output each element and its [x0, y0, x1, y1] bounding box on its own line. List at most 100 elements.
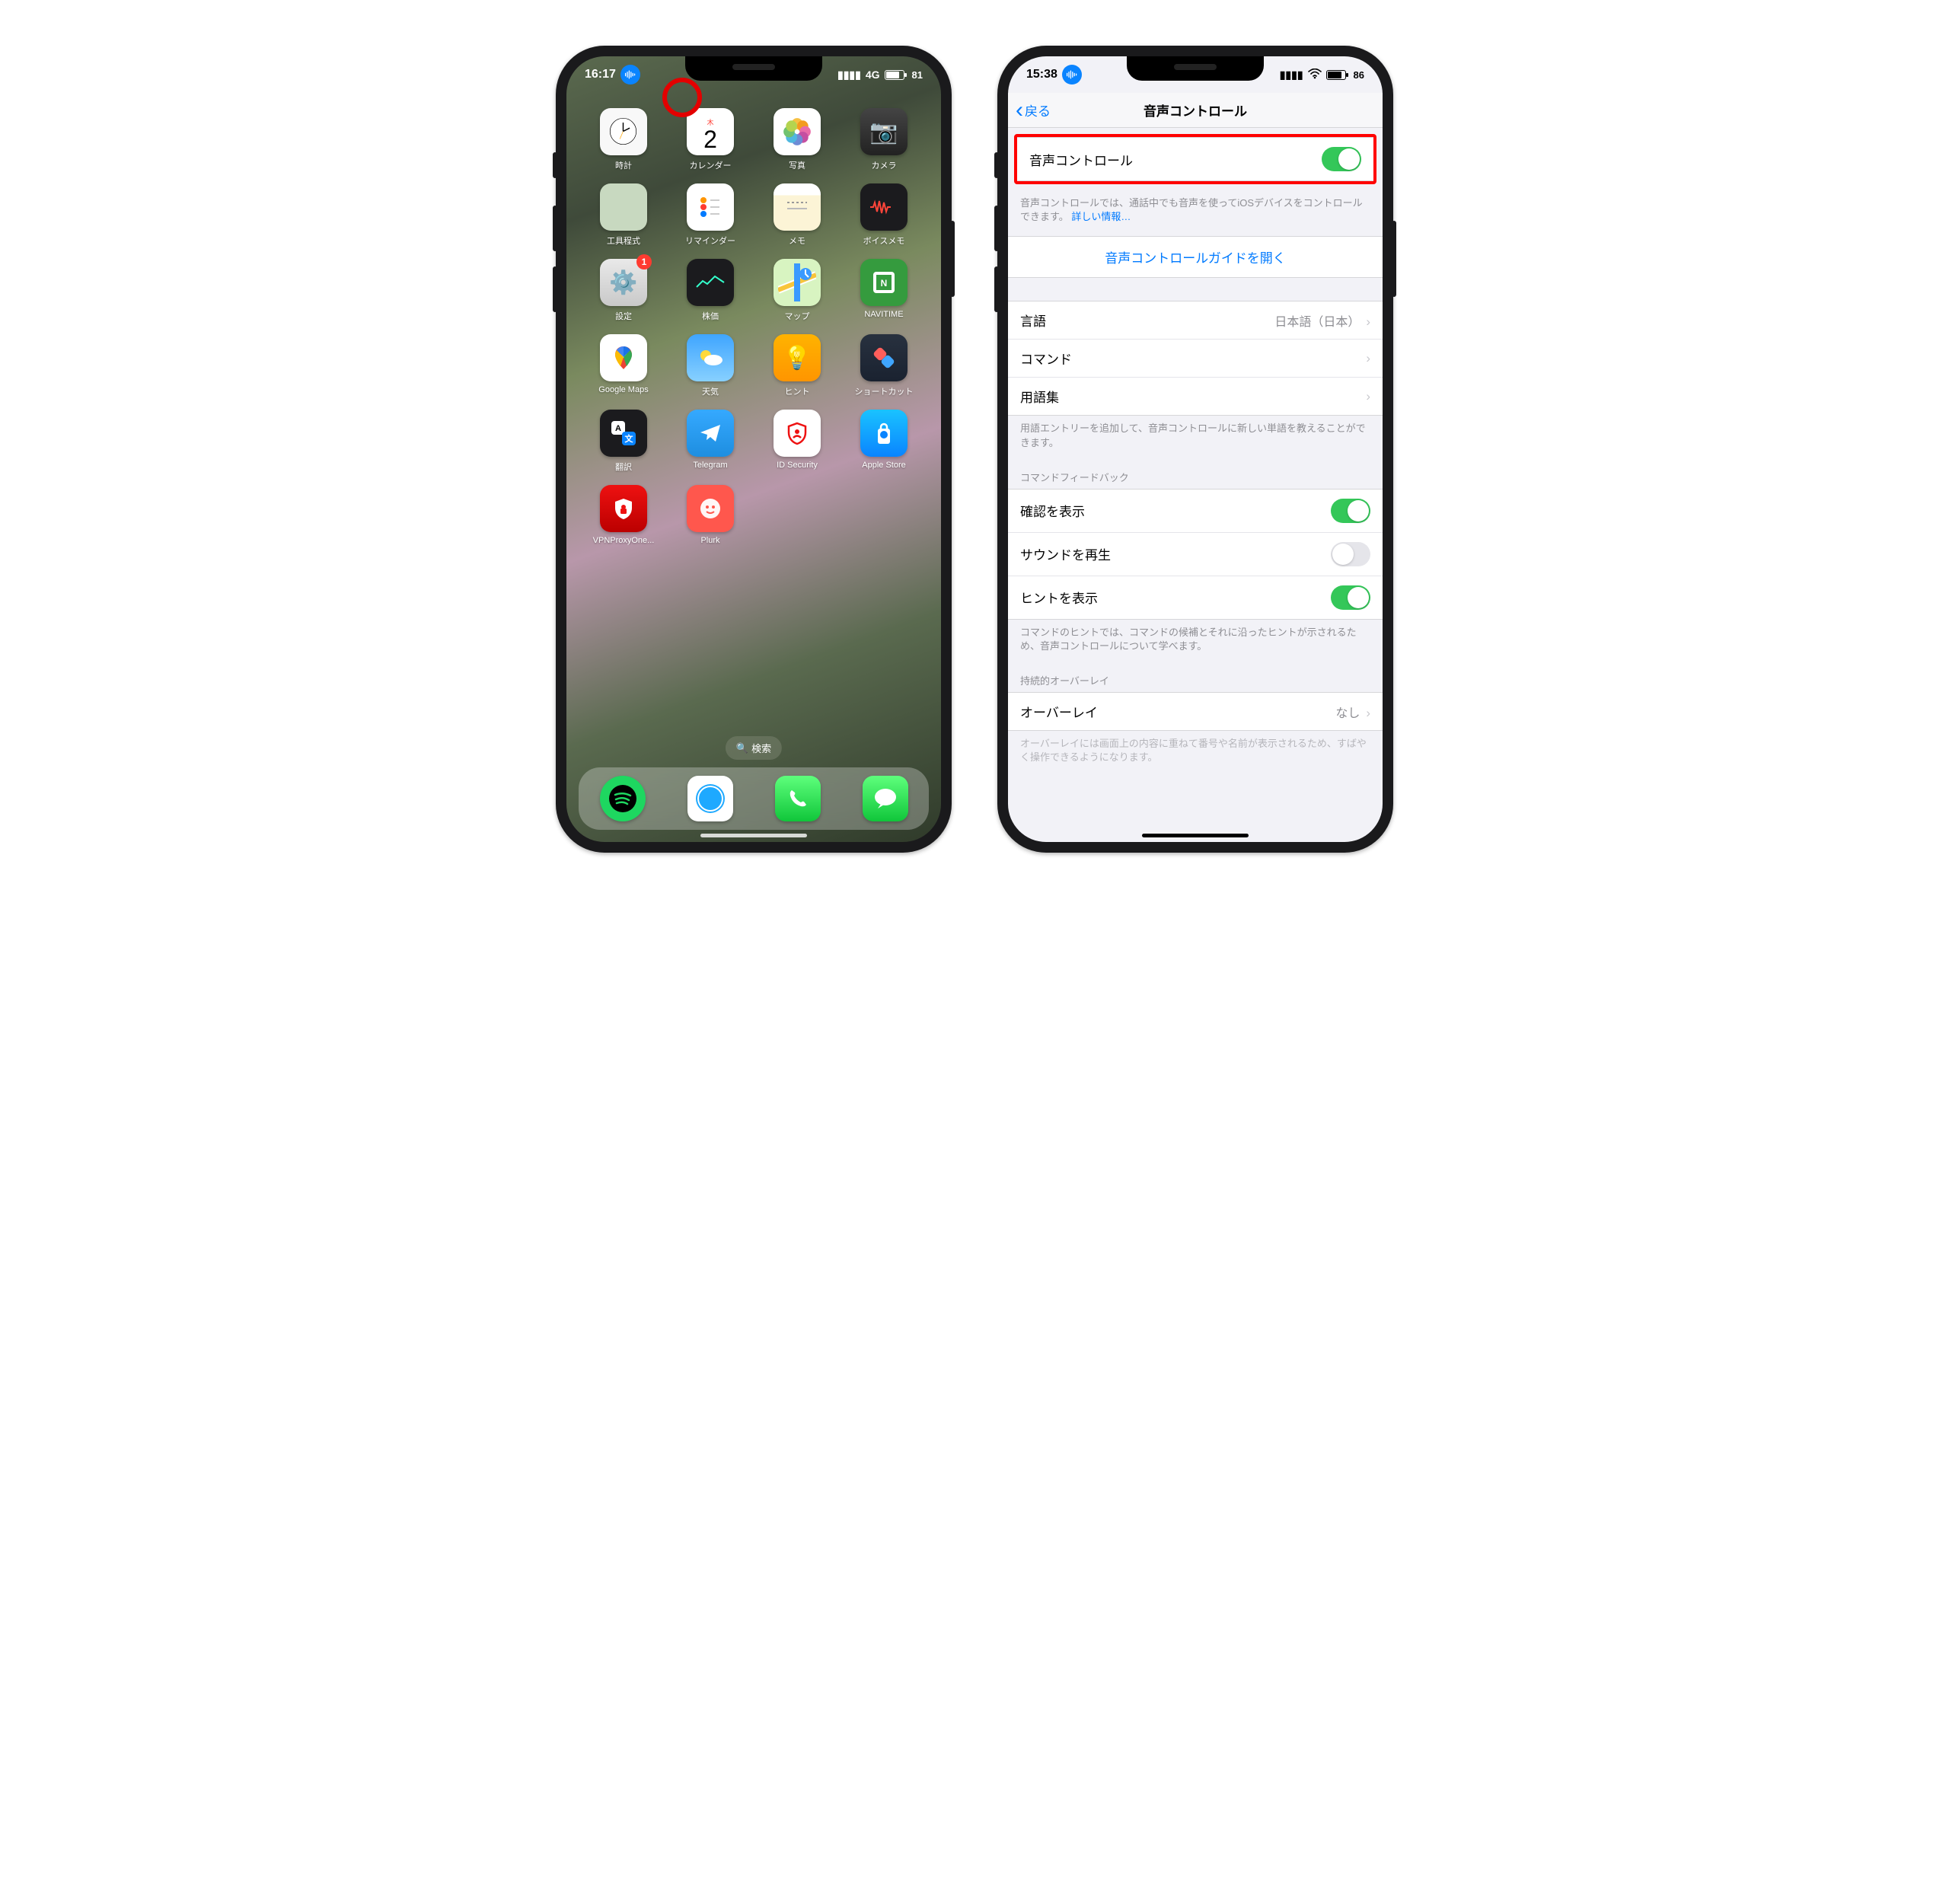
app-plurk[interactable]: Plurk — [671, 485, 749, 545]
toggle[interactable] — [1331, 542, 1370, 566]
back-button[interactable]: 戻る — [1016, 100, 1051, 120]
row-label: 言語 — [1020, 311, 1046, 330]
idsec-icon — [774, 410, 821, 457]
dock — [579, 767, 929, 830]
home-indicator[interactable] — [700, 834, 807, 837]
row-label: オーバーレイ — [1020, 702, 1098, 721]
weather-icon — [687, 334, 734, 381]
phone-left: 16:17 ▮▮▮▮ 4G 81 時計木2カレンダー写真📷カメラ工具程式リマイン… — [556, 46, 952, 853]
emacs-icon — [600, 183, 647, 231]
chevron-icon: › — [1366, 706, 1370, 720]
stocks-icon — [687, 259, 734, 306]
home-indicator[interactable] — [1142, 834, 1249, 837]
feedback-row[interactable]: 確認を表示 — [1008, 490, 1383, 533]
feedback-block: 確認を表示サウンドを再生ヒントを表示 — [1008, 489, 1383, 620]
overlay-header: 持続的オーバーレイ — [1008, 659, 1383, 692]
toggle-label: 音声コントロール — [1029, 150, 1133, 169]
toggle[interactable] — [1331, 499, 1370, 523]
app-telegram[interactable]: Telegram — [671, 410, 749, 473]
app-label: メモ — [758, 234, 836, 247]
svg-text:N: N — [881, 278, 888, 289]
app-photos[interactable]: 写真 — [758, 108, 836, 171]
dock-safari[interactable] — [687, 776, 733, 821]
app-navitime[interactable]: N NAVITIME — [845, 259, 923, 322]
app-settings[interactable]: ⚙️1 設定 — [585, 259, 662, 322]
app-label: Telegram — [671, 461, 749, 470]
app-cal[interactable]: 木2カレンダー — [671, 108, 749, 171]
battery-percent: 81 — [912, 69, 923, 81]
chevron-icon: › — [1366, 389, 1370, 404]
app-label: ヒント — [758, 385, 836, 397]
voice-control-status-icon[interactable] — [1062, 65, 1082, 85]
app-voice[interactable]: ボイスメモ — [845, 183, 923, 247]
open-guide-link[interactable]: 音声コントロールガイドを開く — [1008, 237, 1383, 277]
vpn-icon — [600, 485, 647, 532]
app-gmaps[interactable]: Google Maps — [585, 334, 662, 397]
app-weather[interactable]: 天気 — [671, 334, 749, 397]
vocabulary-row[interactable]: 用語集 › — [1008, 378, 1383, 415]
settings-icon: ⚙️1 — [600, 259, 647, 306]
app-label: Plurk — [671, 536, 749, 545]
dock-phone[interactable] — [775, 776, 821, 821]
app-label: VPNProxyOne... — [585, 536, 662, 545]
app-shortcut[interactable]: ショートカット — [845, 334, 923, 397]
home-screen: 16:17 ▮▮▮▮ 4G 81 時計木2カレンダー写真📷カメラ工具程式リマイン… — [566, 56, 941, 842]
app-reminder[interactable]: リマインダー — [671, 183, 749, 247]
commands-row[interactable]: コマンド › — [1008, 340, 1383, 378]
nav-title: 音声コントロール — [1144, 100, 1247, 120]
clock-icon — [600, 108, 647, 155]
photos-icon — [774, 108, 821, 155]
chevron-icon: › — [1366, 351, 1370, 366]
app-notes[interactable]: メモ — [758, 183, 836, 247]
app-emacs[interactable]: 工具程式 — [585, 183, 662, 247]
voice-control-status-icon[interactable] — [620, 65, 640, 85]
app-label: 工具程式 — [585, 234, 662, 247]
dock-spotify[interactable] — [600, 776, 646, 821]
search-pill[interactable]: 🔍 検索 — [726, 736, 782, 760]
app-maps[interactable]: マップ — [758, 259, 836, 322]
overlay-row[interactable]: オーバーレイ なし › — [1008, 693, 1383, 730]
annotation-box: 音声コントロール — [1014, 134, 1376, 184]
app-label: 天気 — [671, 385, 749, 397]
app-idsec[interactable]: ID Security — [758, 410, 836, 473]
learn-more-link[interactable]: 詳しい情報… — [1071, 211, 1131, 222]
settings-screen: 15:38 ▮▮▮▮ 86 戻る 音声コントロール 音声コントロール — [1008, 56, 1383, 842]
voice-icon — [860, 183, 908, 231]
notch — [1127, 56, 1264, 81]
dock-msg[interactable] — [863, 776, 908, 821]
battery-icon — [1326, 70, 1346, 80]
row-label: ヒントを表示 — [1020, 588, 1098, 607]
feedback-row[interactable]: サウンドを再生 — [1008, 533, 1383, 576]
app-label: Apple Store — [845, 461, 923, 470]
language-row[interactable]: 言語 日本語（日本）› — [1008, 301, 1383, 340]
signal-icon: ▮▮▮▮ — [1280, 69, 1303, 81]
appstore-icon — [860, 410, 908, 457]
row-label: サウンドを再生 — [1020, 544, 1111, 563]
app-vpn[interactable]: VPNProxyOne... — [585, 485, 662, 545]
annotation-circle — [662, 78, 702, 117]
signal-icon: ▮▮▮▮ — [837, 69, 861, 81]
reminder-icon — [687, 183, 734, 231]
app-label: 株価 — [671, 310, 749, 322]
app-camera[interactable]: 📷カメラ — [845, 108, 923, 171]
app-translate[interactable]: A文翻訳 — [585, 410, 662, 473]
shortcut-icon — [860, 334, 908, 381]
app-label: 設定 — [585, 310, 662, 322]
app-appstore[interactable]: Apple Store — [845, 410, 923, 473]
app-label: NAVITIME — [845, 310, 923, 319]
status-time: 15:38 — [1026, 68, 1057, 81]
app-stocks[interactable]: 株価 — [671, 259, 749, 322]
chevron-icon: › — [1366, 314, 1370, 329]
app-clock[interactable]: 時計 — [585, 108, 662, 171]
row-value: なし — [1335, 707, 1360, 720]
feedback-row[interactable]: ヒントを表示 — [1008, 576, 1383, 619]
badge: 1 — [636, 254, 652, 269]
app-tips[interactable]: 💡ヒント — [758, 334, 836, 397]
voice-control-toggle-row[interactable]: 音声コントロール — [1017, 138, 1373, 180]
voice-control-description: 音声コントロールでは、通話中でも音声を使ってiOSデバイスをコントロールできます… — [1008, 190, 1383, 230]
toggle[interactable] — [1331, 585, 1370, 610]
voice-control-toggle[interactable] — [1322, 147, 1361, 171]
search-icon: 🔍 — [736, 742, 748, 754]
network-label: 4G — [866, 69, 880, 81]
app-label: カメラ — [845, 159, 923, 171]
